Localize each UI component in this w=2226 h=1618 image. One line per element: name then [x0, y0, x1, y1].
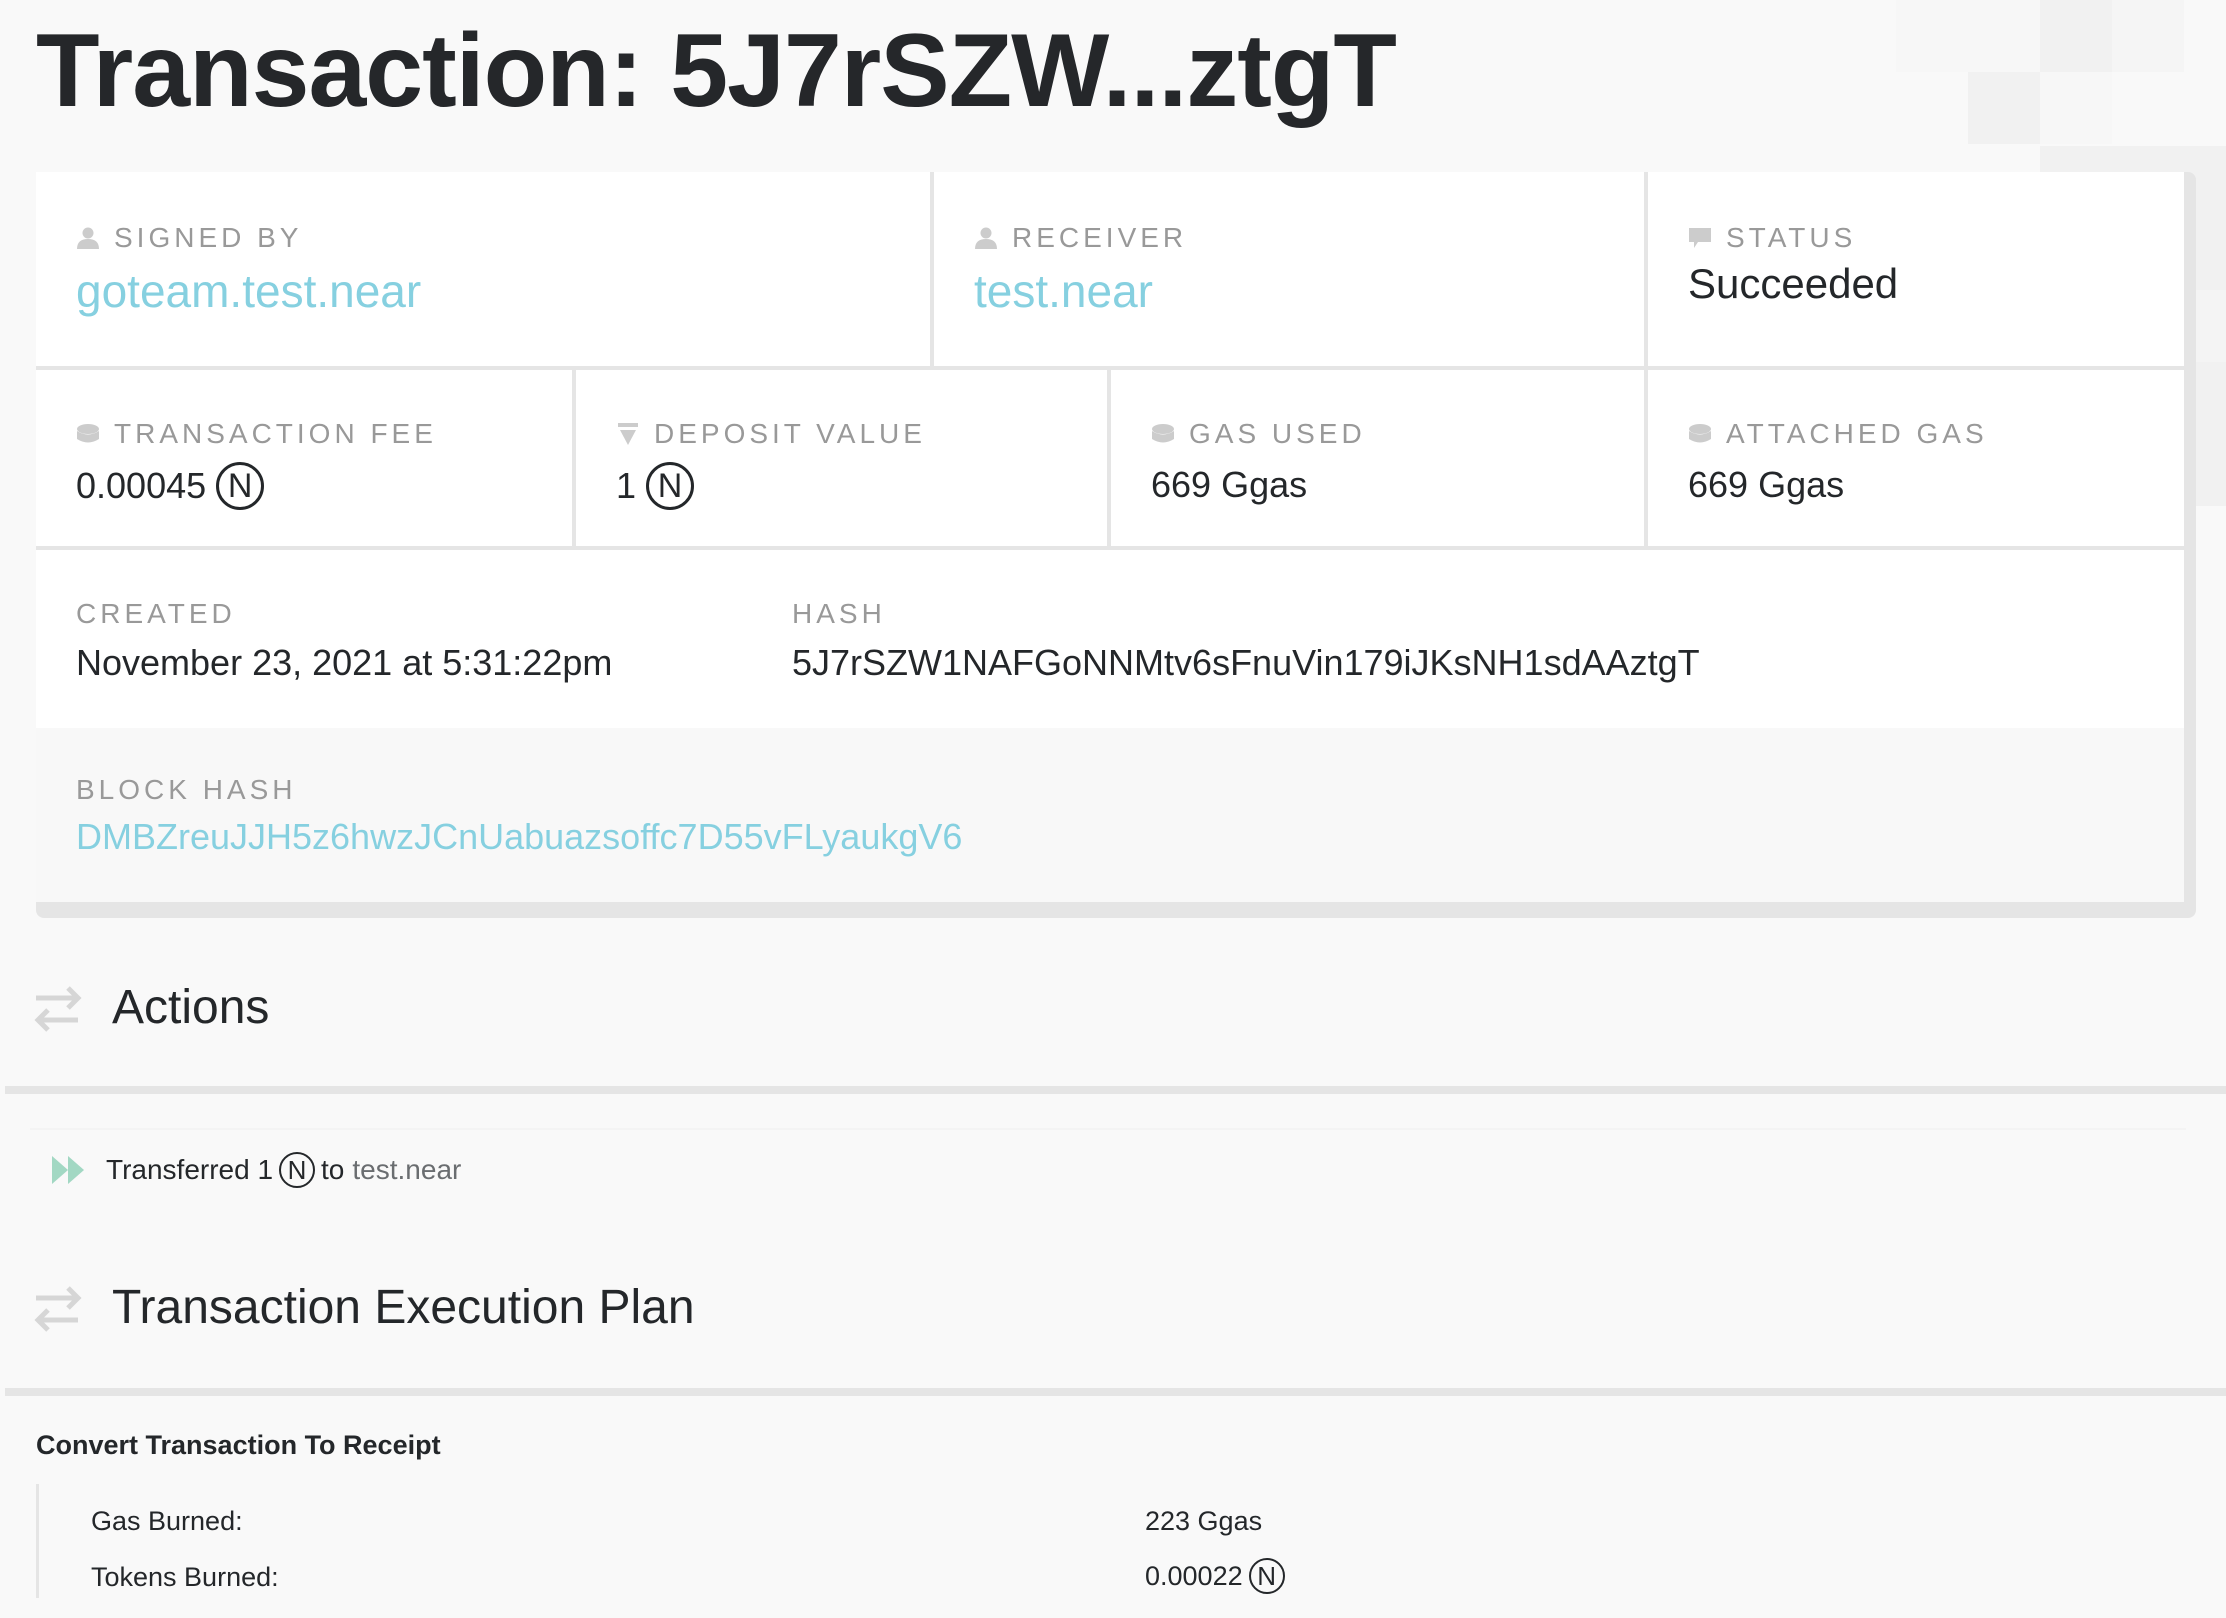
- action-to-word: to: [321, 1154, 345, 1185]
- gas-used-cell: Gas Used 669 Ggas: [1111, 370, 1644, 546]
- gas-used-value: 669 Ggas: [1151, 464, 1308, 505]
- receipt-step-title: Convert Transaction To Receipt: [36, 1430, 441, 1460]
- status-label: Status: [1688, 222, 1856, 254]
- coin-stack-icon: [1689, 424, 1711, 443]
- tokens-burned-value: 0.00022 N: [1145, 1558, 1291, 1594]
- attached-gas-cell: Attached Gas 669 Ggas: [1648, 370, 2184, 546]
- actions-header: Actions: [32, 980, 269, 1035]
- near-token-icon: N: [1248, 1558, 1285, 1594]
- page-title: Transaction: 5J7rSZW...ztgT: [36, 13, 1397, 129]
- coin-stack-icon: [77, 424, 99, 443]
- created-label: Created: [76, 598, 236, 629]
- hash-label: Hash: [792, 598, 886, 629]
- user-icon: [975, 227, 997, 249]
- transaction-fee-value: 0.00045 N: [76, 462, 265, 510]
- swap-arrows-icon: [34, 985, 82, 1032]
- receiver-label: Receiver: [974, 222, 1187, 254]
- swap-arrows-icon: [34, 1285, 82, 1332]
- signed-by-account-link[interactable]: goteam.test.near: [76, 264, 421, 318]
- action-list-item: Transferred 1 N to test.near: [52, 1152, 461, 1188]
- coin-stack-icon: [1152, 424, 1174, 443]
- transaction-page: Transaction: 5J7rSZW...ztgT Signed by go…: [0, 0, 2226, 1618]
- actions-divider: [5, 1086, 2226, 1094]
- gas-burned-label: Gas Burned:: [91, 1506, 243, 1536]
- user-icon: [77, 227, 99, 249]
- block-hash-cell: Block Hash DMBZreuJJH5z6hwzJCnUabuazsoff…: [36, 728, 2184, 902]
- receipt-details: Gas Burned: 223 Ggas Tokens Burned: 0.00…: [36, 1484, 1436, 1598]
- status-cell: Status Succeeded: [1648, 172, 2184, 366]
- created-hash-cell: Created November 23, 2021 at 5:31:22pm H…: [36, 550, 2184, 728]
- transaction-summary-card: Signed by goteam.test.near Receiver test…: [36, 172, 2196, 918]
- receiver-cell: Receiver test.near: [934, 172, 1644, 366]
- deposit-funnel-icon: [618, 423, 638, 445]
- signed-by-label: Signed by: [76, 222, 302, 254]
- near-token-icon: N: [279, 1152, 316, 1188]
- receiver-account-link[interactable]: test.near: [974, 264, 1153, 318]
- speech-bubble-icon: [1689, 228, 1711, 248]
- deposit-value-value: 1 N: [616, 462, 695, 510]
- deposit-value-label: Deposit Value: [616, 418, 926, 450]
- attached-gas-value: 669 Ggas: [1688, 464, 1845, 505]
- attached-gas-label: Attached Gas: [1688, 418, 1988, 450]
- gas-burned-value: 223 Ggas: [1145, 1506, 1263, 1536]
- status-value: Succeeded: [1688, 260, 1899, 307]
- created-value: November 23, 2021 at 5:31:22pm: [76, 642, 613, 683]
- actions-heading: Actions: [112, 981, 270, 1034]
- transaction-fee-label: Transaction Fee: [76, 418, 437, 450]
- gas-used-label: Gas Used: [1151, 418, 1366, 450]
- signed-by-cell: Signed by goteam.test.near: [36, 172, 930, 366]
- execution-plan-heading: Transaction Execution Plan: [112, 1281, 695, 1334]
- hash-value: 5J7rSZW1NAFGoNNMtv6sFnuVin179iJKsNH1sdAA…: [792, 642, 1700, 683]
- transfer-action-icon: [52, 1156, 84, 1184]
- deposit-value-cell: Deposit Value 1 N: [576, 370, 1107, 546]
- execution-plan-divider: [5, 1388, 2226, 1396]
- transaction-fee-cell: Transaction Fee 0.00045 N: [36, 370, 572, 546]
- action-description: Transferred 1: [106, 1154, 274, 1185]
- execution-plan-header: Transaction Execution Plan: [32, 1280, 695, 1335]
- action-recipient-link[interactable]: test.near: [352, 1154, 461, 1186]
- tokens-burned-label: Tokens Burned:: [91, 1562, 279, 1592]
- near-token-icon: N: [216, 462, 265, 510]
- near-token-icon: N: [646, 462, 695, 510]
- block-hash-link[interactable]: DMBZreuJJH5z6hwzJCnUabuazsoffc7D55vFLyau…: [76, 816, 962, 858]
- action-item-separator: [30, 1128, 2186, 1130]
- block-hash-label: Block Hash: [76, 774, 297, 805]
